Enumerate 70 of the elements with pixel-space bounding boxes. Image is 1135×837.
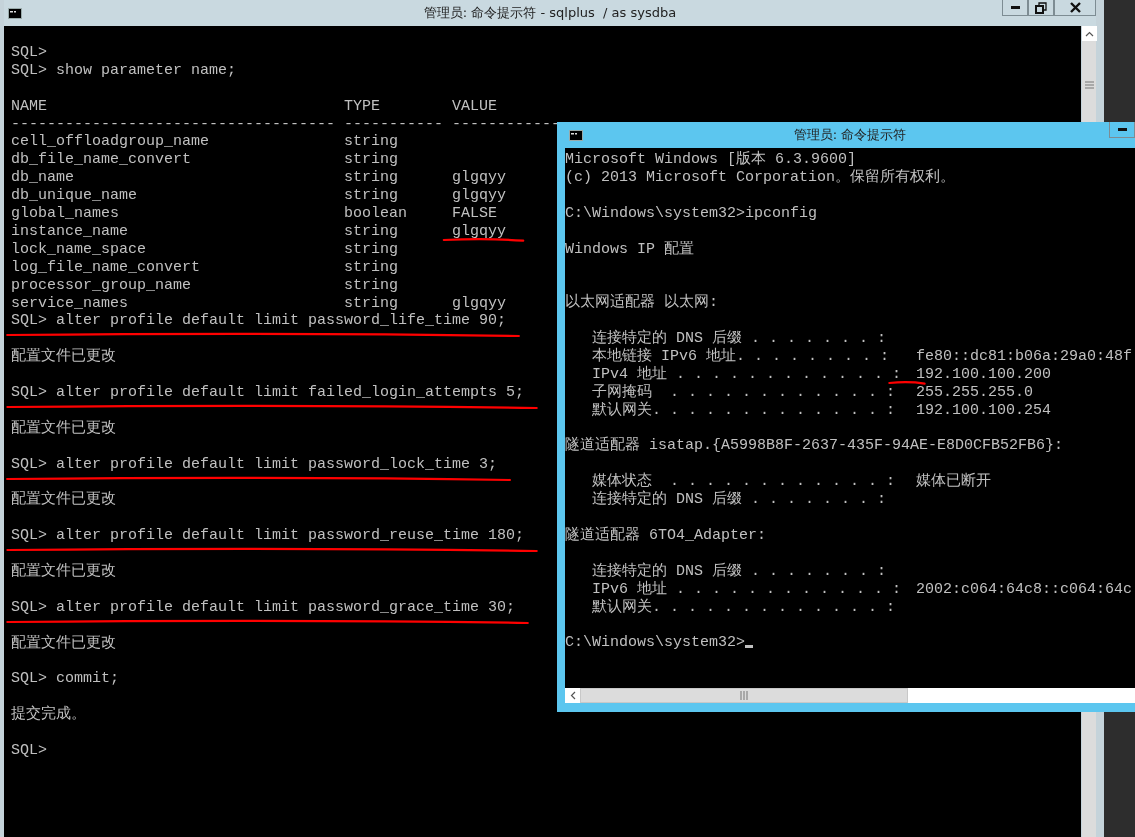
table-cell: processor_group_name — [11, 276, 192, 295]
entry-label: 默认网关. . . . . . . . . . . . . : — [592, 598, 896, 616]
entry-value: 255.255.255.0 — [916, 383, 1034, 401]
console-line: 以太网适配器 以太网: — [565, 294, 718, 312]
console-line: SQL> — [11, 43, 47, 61]
table-cell: string — [344, 294, 399, 313]
console-line: 配置文件已更改 — [11, 491, 116, 509]
console-line: 配置文件已更改 — [11, 634, 116, 652]
table-cell: glgqyy — [452, 187, 507, 206]
table-cell: log_file_name_convert — [11, 258, 201, 277]
console-line: C:\Windows\system32> — [565, 634, 746, 652]
console-line: Microsoft Windows [版本 6.3.9600] — [565, 151, 857, 168]
console-line: SQL> alter profile default limit password_reuse_time 180; — [11, 527, 525, 545]
entry-label: 本地链接 IPv6 地址. . . . . . . . : — [592, 347, 890, 365]
window-title: 管理员: 命令提示符 - sqlplus / as sysdba — [423, 5, 677, 21]
table-cell: global_names — [11, 205, 120, 223]
console-line: SQL> show parameter name; — [11, 61, 237, 79]
table-cell: service_names — [11, 294, 129, 313]
table-cell: instance_name — [11, 222, 129, 241]
entry-value: fe80::dc81:b06a:29a0:48f — [916, 347, 1133, 365]
console-line: 配置文件已更改 — [11, 348, 116, 366]
table-cell: db_file_name_convert — [11, 151, 192, 170]
console-line: 配置文件已更改 — [11, 419, 116, 437]
console-line: SQL> commit; — [11, 670, 120, 688]
table-cell: string — [344, 240, 399, 259]
table-cell: boolean — [344, 205, 408, 223]
separator-line: ------------------------------------ ----------- ------------ — [11, 115, 561, 134]
entry-label: 连接特定的 DNS 后缀 . . . . . . . : — [592, 491, 887, 509]
console-line: SQL> alter profile default limit password_lock_time 3; — [11, 455, 498, 473]
console-line: 配置文件已更改 — [11, 563, 116, 581]
console-line: SQL> — [11, 742, 47, 760]
table-cell: glgqyy — [452, 169, 507, 188]
table-cell: db_name — [11, 169, 74, 188]
entry-value: 2002:c064:64c8::c064:64c — [916, 580, 1133, 598]
table-cell: string — [344, 222, 399, 241]
entry-label: 子网掩码 . . . . . . . . . . . . : — [592, 383, 896, 401]
window-title: 管理员: 命令提示符 — [793, 127, 907, 143]
entry-label: IPv4 地址 . . . . . . . . . . . . : — [592, 365, 902, 383]
entry-label: 默认网关. . . . . . . . . . . . . : — [592, 401, 896, 419]
table-cell: cell_offloadgroup_name — [11, 133, 210, 152]
column-header: VALUE — [452, 97, 498, 116]
console-line: SQL> alter profile default limit password_grace_time 30; — [11, 598, 516, 616]
table-cell: string — [344, 258, 399, 277]
column-header: TYPE — [344, 97, 381, 116]
table-cell: lock_name_space — [11, 240, 147, 259]
table-cell: glgqyy — [452, 222, 507, 241]
entry-label: 连接特定的 DNS 后缀 . . . . . . . : — [592, 562, 887, 580]
console-line: C:\Windows\system32>ipconfig — [565, 204, 818, 222]
console-line: (c) 2013 Microsoft Corporation。保留所有权利。 — [565, 168, 956, 186]
table-cell: db_unique_name — [11, 187, 138, 206]
entry-value: 媒体已断开 — [916, 473, 992, 491]
table-cell: FALSE — [452, 205, 498, 223]
table-cell: string — [344, 169, 399, 188]
console-line: 隧道适配器 6TO4_Adapter: — [565, 526, 767, 544]
console-line: Windows IP 配置 — [565, 240, 695, 258]
column-header: NAME — [11, 97, 47, 116]
table-cell: string — [344, 133, 399, 152]
table-cell: glgqyy — [452, 294, 507, 313]
entry-label: IPv6 地址 . . . . . . . . . . . . : — [592, 580, 902, 598]
entry-value: 192.100.100.254 — [916, 401, 1052, 419]
console-line: 提交完成。 — [11, 706, 86, 724]
entry-label: 媒体状态 . . . . . . . . . . . . : — [592, 473, 896, 491]
table-cell: string — [344, 151, 399, 170]
console-line: SQL> alter profile default limit password_life_time 90; — [11, 312, 507, 330]
entry-value: 192.100.100.200 — [916, 365, 1052, 383]
entry-label: 连接特定的 DNS 后缀 . . . . . . . : — [592, 330, 887, 347]
table-cell: string — [344, 187, 399, 206]
table-cell: string — [344, 276, 399, 295]
console-line: 隧道适配器 isatap.{A5998B8F-2637-435F-94AE-E8D0CFB52FB6}: — [565, 437, 1064, 455]
console-line: SQL> alter profile default limit failed_login_attempts 5; — [11, 384, 525, 402]
